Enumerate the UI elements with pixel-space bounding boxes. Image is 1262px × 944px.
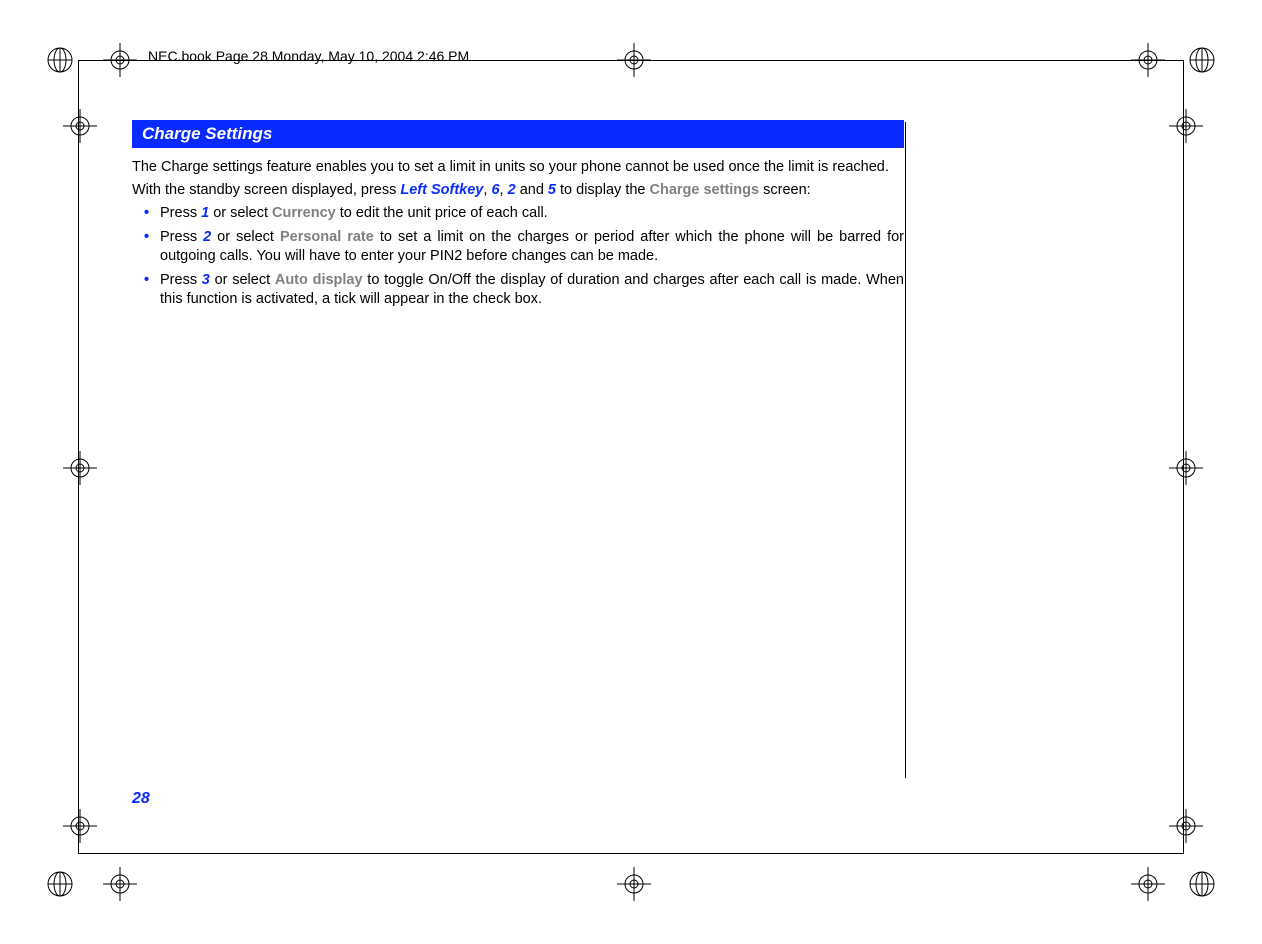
bullet-item-currency: Press 1 or select Currency to edit the u… (160, 204, 904, 224)
register-mark-globe-icon (1182, 40, 1222, 80)
page-content: Charge Settings The Charge settings feat… (132, 120, 904, 314)
personal-rate-label: Personal rate (280, 229, 374, 245)
key-3: 3 (202, 272, 210, 288)
text: or select (211, 229, 280, 245)
left-softkey-label: Left Softkey (400, 182, 483, 198)
crosshair-mark-icon (60, 106, 100, 146)
crosshair-mark-icon (1166, 806, 1206, 846)
text: With the standby screen displayed, press (132, 182, 400, 198)
instruction-paragraph: With the standby screen displayed, press… (132, 181, 904, 201)
crosshair-mark-icon (100, 864, 140, 904)
page-header-text: NEC.book Page 28 Monday, May 10, 2004 2:… (148, 48, 469, 64)
text: , (500, 182, 508, 198)
body-right-rule (905, 122, 906, 778)
key-6: 6 (491, 182, 499, 198)
crosshair-mark-icon (614, 40, 654, 80)
text: Press (160, 229, 203, 245)
charge-settings-screen-label: Charge settings (650, 182, 760, 198)
crop-line-bottom (78, 853, 1184, 854)
key-2: 2 (508, 182, 516, 198)
text: or select (210, 272, 275, 288)
key-1: 1 (201, 205, 209, 221)
currency-label: Currency (272, 205, 336, 221)
section-title-bar: Charge Settings (132, 120, 904, 148)
register-mark-globe-icon (40, 864, 80, 904)
bullet-item-personal-rate: Press 2 or select Personal rate to set a… (160, 228, 904, 267)
bullet-item-auto-display: Press 3 or select Auto display to toggle… (160, 271, 904, 310)
crosshair-mark-icon (1166, 106, 1206, 146)
text: and (516, 182, 548, 198)
text: Press (160, 272, 202, 288)
register-mark-globe-icon (1182, 864, 1222, 904)
crosshair-mark-icon (1166, 448, 1206, 488)
key-2: 2 (203, 229, 211, 245)
key-5: 5 (548, 182, 556, 198)
page-number: 28 (132, 790, 150, 808)
text: to display the (556, 182, 650, 198)
auto-display-label: Auto display (275, 272, 363, 288)
crosshair-mark-icon (1128, 864, 1168, 904)
text: or select (209, 205, 272, 221)
crosshair-mark-icon (614, 864, 654, 904)
register-mark-globe-icon (40, 40, 80, 80)
crosshair-mark-icon (60, 806, 100, 846)
crosshair-mark-icon (100, 40, 140, 80)
crosshair-mark-icon (60, 448, 100, 488)
text: screen: (759, 182, 811, 198)
bullet-list: Press 1 or select Currency to edit the u… (132, 204, 904, 310)
intro-paragraph: The Charge settings feature enables you … (132, 158, 904, 178)
text: Press (160, 205, 201, 221)
text: to edit the unit price of each call. (336, 205, 548, 221)
crosshair-mark-icon (1128, 40, 1168, 80)
